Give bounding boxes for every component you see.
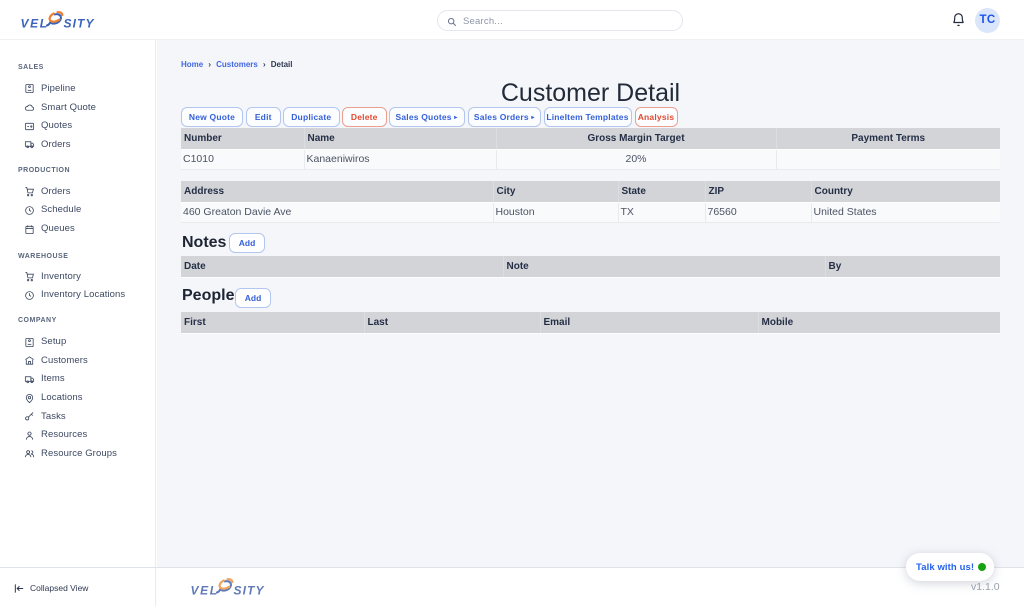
svg-text:SITY: SITY [64, 16, 95, 30]
svg-text:VEL: VEL [191, 583, 219, 597]
svg-text:VEL: VEL [21, 16, 49, 30]
svg-text:SITY: SITY [234, 583, 265, 597]
